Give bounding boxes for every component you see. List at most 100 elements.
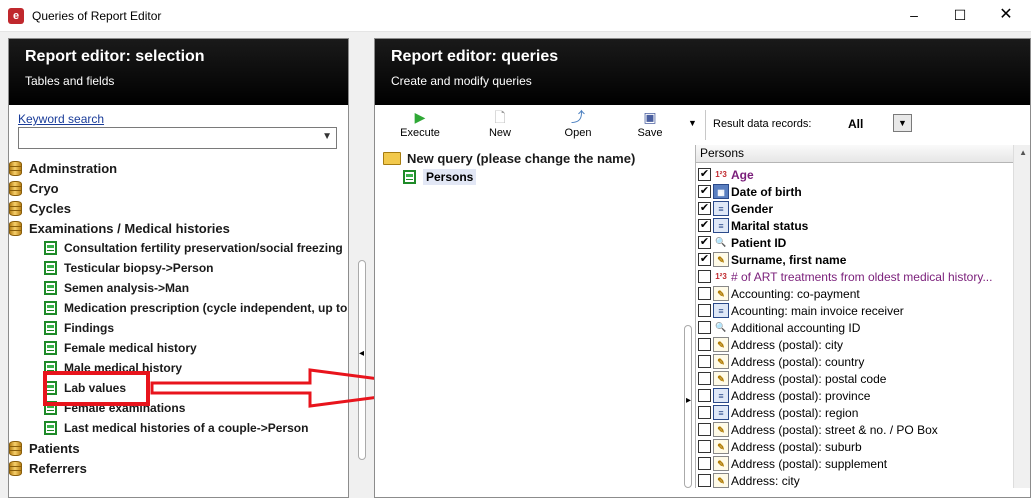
field-row[interactable]: ≡ Address (postal): region [698,404,858,421]
field-row[interactable]: ≡ Acounting: main invoice receiver [698,302,904,319]
field-checkbox[interactable]: ✔ [698,202,711,215]
close-button[interactable]: ✕ [983,0,1029,32]
field-row[interactable]: ✎ Accounting: co-payment [698,285,860,302]
text-icon: ✎ [713,422,729,437]
app-logo-icon: e [8,8,24,24]
database-icon [9,160,22,176]
tree-table[interactable]: Consultation fertility preservation/soci… [44,238,343,258]
field-checkbox[interactable] [698,474,711,487]
database-icon [9,180,22,196]
table-icon [403,170,416,184]
field-label: Address (postal): suburb [731,439,862,454]
text-icon: ✎ [713,473,729,488]
field-checkbox[interactable] [698,304,711,317]
field-checkbox[interactable]: ✔ [698,253,711,266]
right-splitter[interactable] [684,325,692,488]
table-icon [44,301,57,315]
tree-item-label: Testicular biopsy->Person [64,261,214,275]
expand-right-icon[interactable]: ▸ [686,395,691,406]
result-records-dropdown[interactable]: ▼ [893,114,912,132]
field-row[interactable]: ✔ 1²3 Age [698,166,754,183]
table-icon [44,421,57,435]
tree-table[interactable]: Last medical histories of a couple->Pers… [44,418,308,438]
field-checkbox[interactable]: ✔ [698,185,711,198]
new-button[interactable]: 🗋 New [475,105,525,145]
tree-table[interactable]: Female medical history [44,338,197,358]
field-row[interactable]: ✔ ≡ Gender [698,200,773,217]
save-disk-icon: ▣ [643,109,657,125]
field-checkbox[interactable] [698,287,711,300]
minimize-button[interactable]: – [891,0,937,32]
tree-category[interactable]: Examinations / Medical histories [9,218,230,238]
field-checkbox[interactable] [698,338,711,351]
field-checkbox[interactable] [698,321,711,334]
left-splitter[interactable] [358,260,366,460]
tree-category[interactable]: Referrers [9,458,87,478]
field-row[interactable]: ✎ Address (postal): city [698,336,843,353]
field-checkbox[interactable] [698,406,711,419]
field-row[interactable]: ✔ ▦ Date of birth [698,183,802,200]
field-row[interactable]: 1²3 # of ART treatments from oldest medic… [698,268,992,285]
key-icon: 🔍 [715,322,727,332]
field-checkbox[interactable] [698,355,711,368]
field-checkbox[interactable] [698,372,711,385]
tree-item-label: Examinations / Medical histories [29,220,230,236]
tree-item-label: Referrers [29,460,87,476]
tree-category[interactable]: Adminstration [9,158,117,178]
query-table-label: Persons [423,169,477,185]
maximize-button[interactable]: ☐ [937,0,983,32]
tree-item-label: Consultation fertility preservation/soci… [64,241,343,255]
tree-category[interactable]: Cycles [9,198,71,218]
field-label: Additional accounting ID [731,320,861,335]
field-checkbox[interactable]: ✔ [698,236,711,249]
tree-table[interactable]: Semen analysis->Man [44,278,189,298]
field-checkbox[interactable] [698,440,711,453]
window-titlebar: e Queries of Report Editor – ☐ ✕ [0,0,1031,32]
field-checkbox[interactable]: ✔ [698,219,711,232]
field-row[interactable]: ✔ 🔍 Patient ID [698,234,786,251]
list-icon: ≡ [713,303,729,318]
field-row[interactable]: ✔ ✎ Surname, first name [698,251,846,268]
field-row[interactable]: ✎ Address (postal): street & no. / PO Box [698,421,938,438]
keyword-search-label[interactable]: Keyword search [18,112,104,126]
field-checkbox[interactable] [698,457,711,470]
field-row[interactable]: ≡ Address (postal): province [698,387,870,404]
toolbar-dropdown-icon[interactable]: ▼ [688,118,697,128]
queries-panel-title: Report editor: queries [391,48,559,65]
database-icon [9,460,22,476]
field-row[interactable]: ✎ Address (postal): country [698,353,864,370]
text-icon: ✎ [713,286,729,301]
tree-item-label: Female medical history [64,341,197,355]
list-icon: ≡ [713,218,729,233]
key-icon: 🔍 [715,237,727,247]
tree-category[interactable]: Cryo [9,178,59,198]
tree-category[interactable]: Patients [9,438,80,458]
field-label: Address: city [731,473,800,488]
tree-item-label: Findings [64,321,114,335]
query-tree-root[interactable]: New query (please change the name) [383,151,635,166]
fields-scrollbar[interactable]: ▲ [1013,145,1030,488]
field-row[interactable]: ✎ Address (postal): postal code [698,370,886,387]
field-row[interactable]: ✎ Address: city [698,472,800,488]
fields-list-header: Persons [696,145,1030,163]
field-checkbox[interactable] [698,423,711,436]
chevron-down-icon[interactable]: ▼ [322,131,332,142]
field-checkbox[interactable]: ✔ [698,168,711,181]
collapse-left-icon[interactable]: ◂ [359,348,364,359]
query-table-node[interactable]: Persons [403,169,477,185]
field-checkbox[interactable] [698,270,711,283]
selection-panel-subtitle: Tables and fields [25,74,115,88]
field-row[interactable]: ✎ Address (postal): suburb [698,438,862,455]
field-row[interactable]: ✎ Address (postal): supplement [698,455,887,472]
tree-table[interactable]: Medication prescription (cycle independe… [44,298,347,318]
tree-table[interactable]: Testicular biopsy->Person [44,258,214,278]
scroll-up-icon[interactable]: ▲ [1019,148,1027,157]
field-row[interactable]: ✔ ≡ Marital status [698,217,808,234]
keyword-search-combobox[interactable]: ▼ [18,127,337,149]
save-button[interactable]: ▣ Save [625,105,675,145]
execute-button[interactable]: ▶ Execute [393,105,447,145]
open-button[interactable]: ⤴ Open [553,105,603,145]
field-checkbox[interactable] [698,389,711,402]
tree-table[interactable]: Findings [44,318,114,338]
field-row[interactable]: 🔍 Additional accounting ID [698,319,860,336]
